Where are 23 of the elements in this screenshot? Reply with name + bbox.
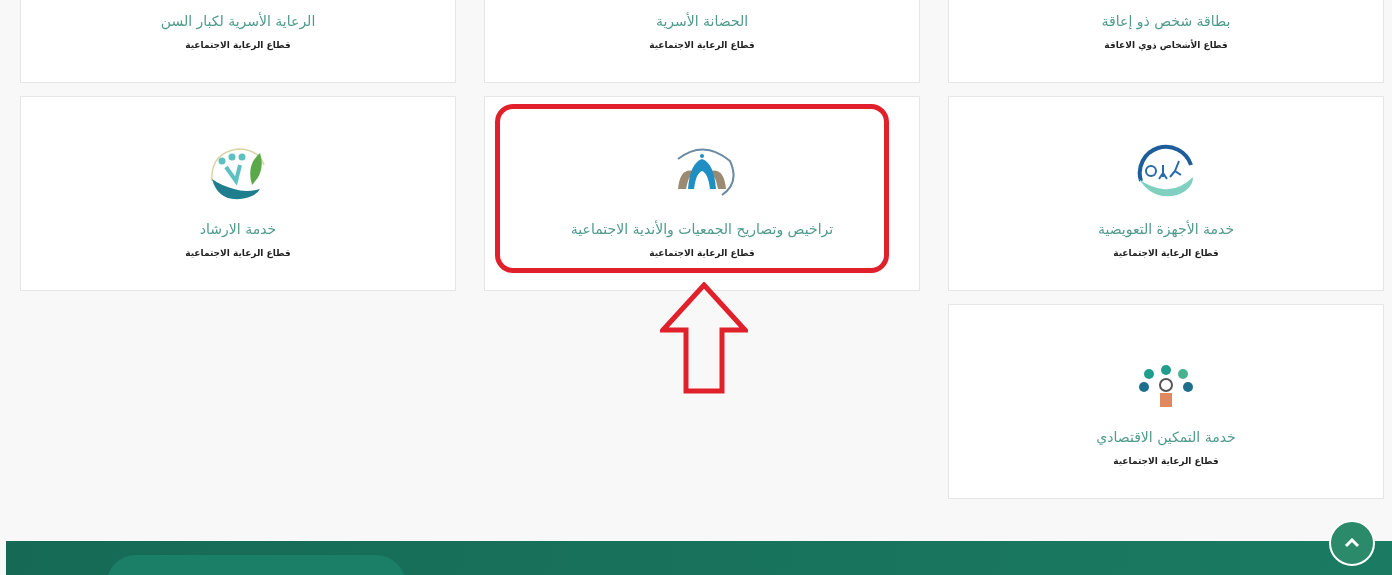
service-sector: قطاع الرعاية الاجتماعية (1113, 246, 1219, 260)
scroll-to-top-button[interactable] (1329, 520, 1375, 566)
service-card[interactable]: خدمة الارشاد قطاع الرعاية الاجتماعية (20, 96, 456, 291)
service-sector: قطاع الأشخاص ذوي الاعاقة (1104, 38, 1228, 52)
service-title: الرعاية الأسرية لكبار السن (160, 11, 316, 31)
service-card[interactable]: خدمة الأجهزة التعويضية قطاع الرعاية الاجتماعية (948, 96, 1384, 291)
service-card[interactable]: الرعاية الأسرية لكبار السن قطاع الرعاية الاجتماعية (20, 0, 456, 83)
service-sector: قطاع الرعاية الاجتماعية (185, 246, 291, 260)
service-card[interactable]: بطاقة شخص ذو إعاقة قطاع الأشخاص ذوي الاعاقة (948, 0, 1384, 83)
service-sector: قطاع الرعاية الاجتماعية (649, 38, 755, 52)
service-card[interactable]: خدمة التمكين الاقتصادي قطاع الرعاية الاجتماعية (948, 304, 1384, 499)
service-title: الحضانة الأسرية (655, 11, 749, 31)
service-title: خدمة الأجهزة التعويضية (1097, 219, 1235, 239)
service-card[interactable]: الحضانة الأسرية قطاع الرعاية الاجتماعية (484, 0, 920, 83)
service-title: خدمة التمكين الاقتصادي (1096, 427, 1236, 447)
service-card[interactable]: تراخيص وتصاريح الجمعيات والأندية الاجتماعية قطاع الرعاية الاجتماعية (484, 96, 920, 291)
service-sector: قطاع الرعاية الاجتماعية (649, 246, 755, 260)
service-title: بطاقة شخص ذو إعاقة (1101, 11, 1231, 31)
service-title: تراخيص وتصاريح الجمعيات والأندية الاجتماعية (570, 219, 834, 239)
service-sector: قطاع الرعاية الاجتماعية (1113, 454, 1219, 468)
service-sector: قطاع الرعاية الاجتماعية (185, 38, 291, 52)
service-title: خدمة الارشاد (199, 219, 277, 239)
chevron-up-icon (1344, 538, 1360, 548)
